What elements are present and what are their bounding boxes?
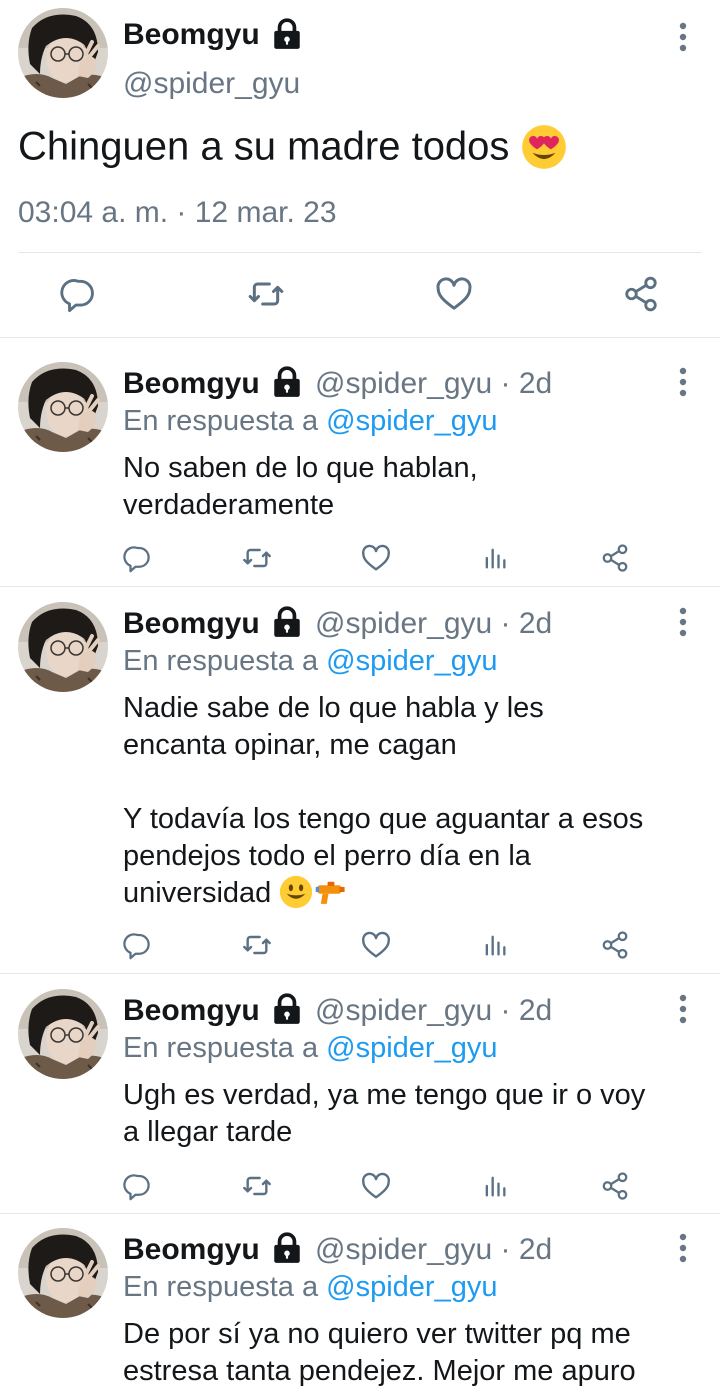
reply-context: En respuesta a @spider_gyu bbox=[123, 1032, 498, 1064]
share-icon[interactable] bbox=[617, 270, 665, 318]
author-handle-time[interactable]: @spider_gyu · 2d bbox=[315, 367, 552, 401]
reply-icon[interactable] bbox=[55, 270, 103, 318]
retweet-icon[interactable] bbox=[233, 1162, 281, 1210]
heart-icon[interactable] bbox=[430, 270, 478, 318]
stats-icon[interactable] bbox=[471, 1162, 519, 1210]
reply-to-link[interactable]: @spider_gyu bbox=[326, 1271, 497, 1303]
retweet-icon[interactable] bbox=[233, 534, 281, 582]
avatar[interactable] bbox=[18, 1228, 108, 1318]
reply-icon[interactable] bbox=[114, 921, 162, 969]
stats-icon[interactable] bbox=[471, 534, 519, 582]
share-icon[interactable] bbox=[591, 1162, 639, 1210]
reply-to-link[interactable]: @spider_gyu bbox=[326, 645, 497, 677]
author-name[interactable]: Beomgyu bbox=[123, 1233, 260, 1267]
lock-icon bbox=[270, 365, 304, 404]
avatar[interactable] bbox=[18, 602, 108, 692]
divider bbox=[0, 337, 720, 338]
heart-eyes-emoji bbox=[521, 124, 567, 174]
smiley-emoji bbox=[279, 875, 313, 913]
share-icon[interactable] bbox=[591, 534, 639, 582]
reply-icon[interactable] bbox=[114, 1162, 162, 1210]
lock-icon bbox=[270, 605, 304, 644]
divider bbox=[0, 1213, 720, 1214]
author-name[interactable]: Beomgyu bbox=[123, 18, 260, 52]
tweet-text: Nadie sabe de lo que habla y les encanta… bbox=[123, 690, 643, 913]
reply-icon[interactable] bbox=[114, 534, 162, 582]
tweet-text: No saben de lo que hablan, verdaderament… bbox=[123, 452, 478, 521]
reply-to-link[interactable]: @spider_gyu bbox=[326, 1032, 497, 1064]
more-vertical-icon[interactable] bbox=[663, 989, 703, 1029]
author-name[interactable]: Beomgyu bbox=[123, 607, 260, 641]
divider bbox=[18, 252, 702, 253]
retweet-icon[interactable] bbox=[242, 270, 290, 318]
retweet-icon[interactable] bbox=[233, 921, 281, 969]
more-vertical-icon[interactable] bbox=[663, 602, 703, 642]
heart-icon[interactable] bbox=[352, 1162, 400, 1210]
tweet-timestamp[interactable]: 03:04 a. m. · 12 mar. 23 bbox=[18, 196, 337, 230]
divider bbox=[0, 973, 720, 974]
more-vertical-icon[interactable] bbox=[663, 1228, 703, 1268]
reply-context: En respuesta a @spider_gyu bbox=[123, 1271, 498, 1303]
avatar[interactable] bbox=[18, 8, 108, 98]
heart-icon[interactable] bbox=[352, 921, 400, 969]
stats-icon[interactable] bbox=[471, 921, 519, 969]
lock-icon bbox=[270, 1231, 304, 1270]
author-handle-time[interactable]: @spider_gyu · 2d bbox=[315, 607, 552, 641]
author-handle[interactable]: @spider_gyu bbox=[123, 67, 300, 101]
reply-context: En respuesta a @spider_gyu bbox=[123, 645, 498, 677]
more-vertical-icon[interactable] bbox=[663, 17, 703, 57]
share-icon[interactable] bbox=[591, 921, 639, 969]
avatar[interactable] bbox=[18, 989, 108, 1079]
reply-to-link[interactable]: @spider_gyu bbox=[326, 405, 497, 437]
tweet-text: Chinguen a su madre todos bbox=[18, 124, 567, 174]
lock-icon bbox=[270, 992, 304, 1031]
reply-context: En respuesta a @spider_gyu bbox=[123, 405, 498, 437]
tweet-text: De por sí ya no quiero ver twitter pq me… bbox=[123, 1318, 636, 1387]
lock-icon bbox=[270, 17, 304, 56]
more-vertical-icon[interactable] bbox=[663, 362, 703, 402]
author-name[interactable]: Beomgyu bbox=[123, 994, 260, 1028]
water-pistol-emoji bbox=[313, 875, 349, 913]
divider bbox=[0, 586, 720, 587]
author-name[interactable]: Beomgyu bbox=[123, 367, 260, 401]
author-handle-time[interactable]: @spider_gyu · 2d bbox=[315, 1233, 552, 1267]
author-handle-time[interactable]: @spider_gyu · 2d bbox=[315, 994, 552, 1028]
tweet-text: Ugh es verdad, ya me tengo que ir o voy … bbox=[123, 1079, 646, 1148]
avatar[interactable] bbox=[18, 362, 108, 452]
heart-icon[interactable] bbox=[352, 534, 400, 582]
